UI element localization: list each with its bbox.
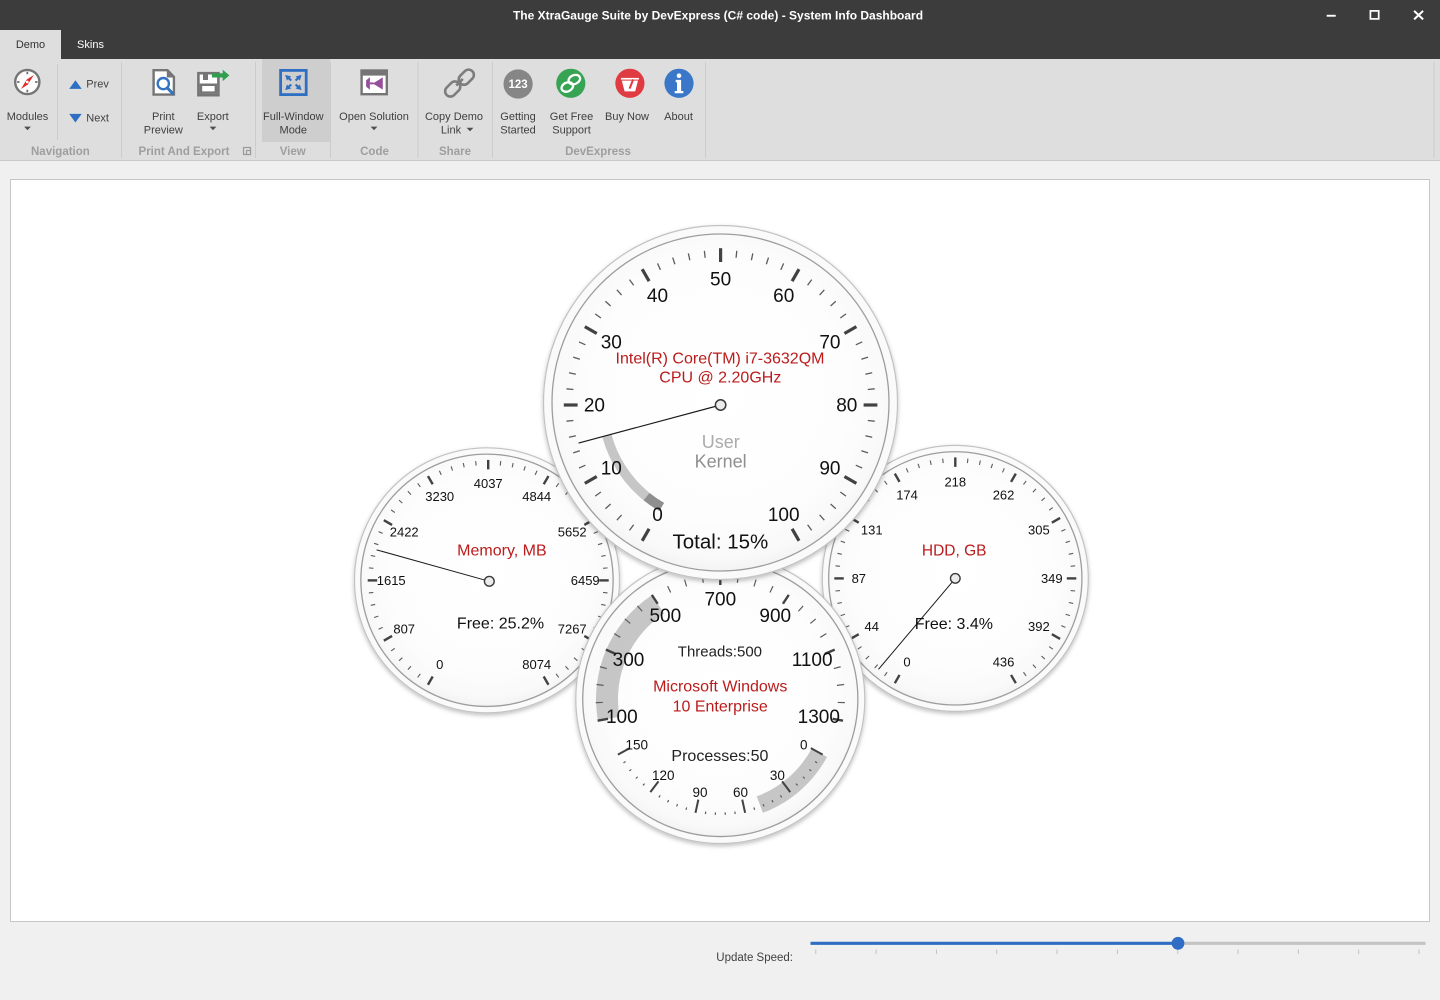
svg-text:218: 218 <box>944 474 966 489</box>
svg-text:Threads:500: Threads:500 <box>678 644 762 661</box>
svg-text:60: 60 <box>773 286 794 307</box>
svg-text:Microsoft Windows: Microsoft Windows <box>653 678 787 695</box>
svg-text:0: 0 <box>652 505 663 526</box>
svg-text:Total: 15%: Total: 15% <box>673 530 769 553</box>
svg-text:20: 20 <box>584 396 605 417</box>
svg-text:0: 0 <box>903 654 910 669</box>
svg-text:0: 0 <box>436 657 443 672</box>
svg-text:436: 436 <box>993 654 1015 669</box>
svg-text:30: 30 <box>770 768 785 783</box>
svg-text:1300: 1300 <box>798 707 840 728</box>
svg-text:50: 50 <box>710 269 731 290</box>
svg-text:0: 0 <box>800 737 808 752</box>
svg-text:305: 305 <box>1028 523 1050 538</box>
svg-text:807: 807 <box>393 621 415 636</box>
svg-text:100: 100 <box>606 707 638 728</box>
svg-text:131: 131 <box>861 523 883 538</box>
svg-text:10 Enterprise: 10 Enterprise <box>673 699 768 716</box>
svg-text:Free: 3.4%: Free: 3.4% <box>915 616 993 633</box>
svg-text:7267: 7267 <box>558 621 587 636</box>
svg-text:Memory, MB: Memory, MB <box>457 542 546 559</box>
svg-text:5652: 5652 <box>558 524 587 539</box>
svg-text:3230: 3230 <box>425 489 454 504</box>
svg-text:500: 500 <box>649 606 681 627</box>
svg-text:100: 100 <box>768 505 800 526</box>
svg-text:6459: 6459 <box>571 573 600 588</box>
svg-text:300: 300 <box>613 650 645 671</box>
svg-text:10: 10 <box>601 459 622 480</box>
svg-text:120: 120 <box>652 768 675 783</box>
svg-text:Free: 25.2%: Free: 25.2% <box>457 616 544 633</box>
svg-text:90: 90 <box>819 459 840 480</box>
svg-text:4844: 4844 <box>522 489 551 504</box>
svg-text:User: User <box>702 432 740 452</box>
svg-text:Processes:50: Processes:50 <box>671 748 768 765</box>
svg-text:90: 90 <box>693 785 708 800</box>
svg-text:150: 150 <box>626 737 649 752</box>
svg-text:1615: 1615 <box>377 573 406 588</box>
svg-text:4037: 4037 <box>474 476 503 491</box>
svg-text:HDD, GB: HDD, GB <box>922 542 987 559</box>
svg-text:40: 40 <box>647 286 668 307</box>
svg-text:87: 87 <box>852 571 866 586</box>
svg-text:CPU @ 2.20GHz: CPU @ 2.20GHz <box>659 370 781 387</box>
svg-text:2422: 2422 <box>390 524 419 539</box>
svg-text:700: 700 <box>704 590 736 611</box>
svg-text:1100: 1100 <box>792 650 833 671</box>
svg-text:44: 44 <box>864 619 878 634</box>
svg-text:80: 80 <box>836 396 857 417</box>
svg-text:392: 392 <box>1028 619 1050 634</box>
svg-text:Kernel: Kernel <box>695 451 747 471</box>
svg-text:8074: 8074 <box>522 657 551 672</box>
svg-text:900: 900 <box>759 606 791 627</box>
svg-text:349: 349 <box>1041 571 1063 586</box>
svg-text:60: 60 <box>733 785 748 800</box>
svg-text:Intel(R) Core(TM) i7-3632QM: Intel(R) Core(TM) i7-3632QM <box>616 350 825 367</box>
svg-text:262: 262 <box>993 487 1015 502</box>
svg-text:174: 174 <box>896 487 918 502</box>
svg-text:Update Speed:: Update Speed: <box>716 952 793 964</box>
